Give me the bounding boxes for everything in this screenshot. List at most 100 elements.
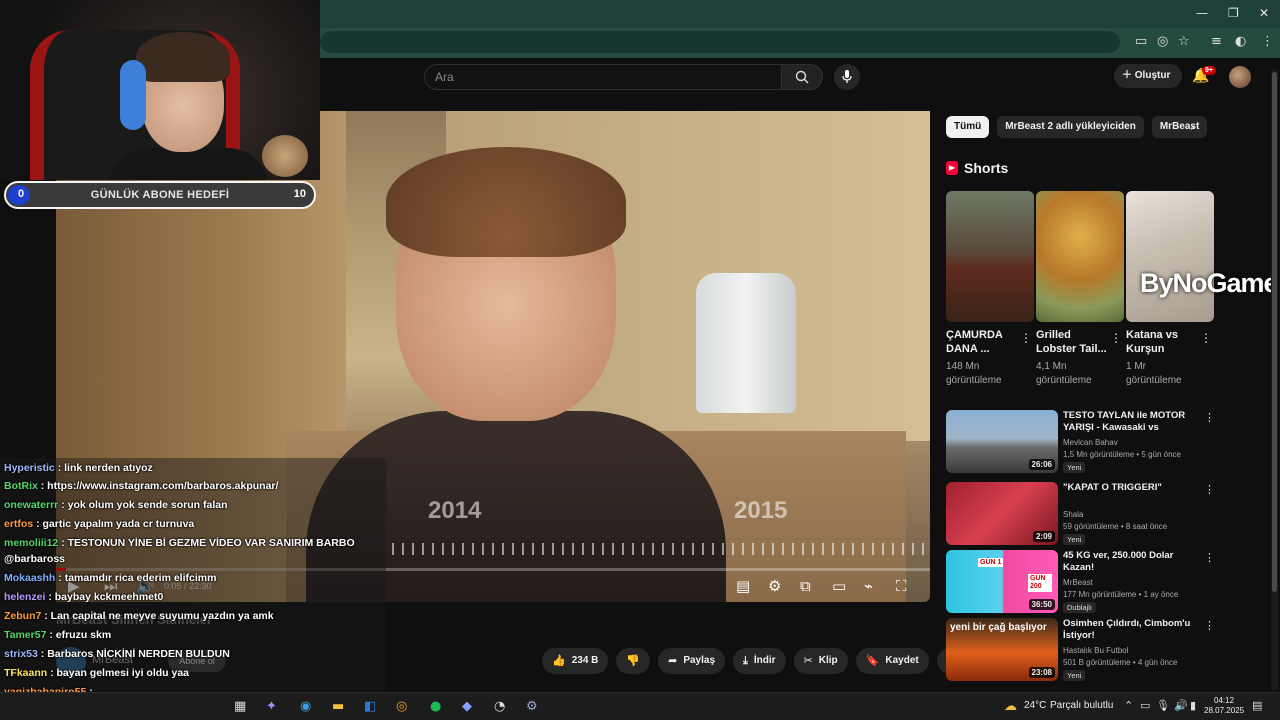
clip-label: Klip <box>818 655 838 666</box>
chat-message: Hyperistic : link nerden atıyoz <box>4 462 153 474</box>
thumbs-down-icon: 👎 <box>626 654 641 667</box>
short-views: 1 Mr görüntüleme <box>1126 361 1182 386</box>
short-thumbnail <box>1036 191 1124 322</box>
clock-time: 04:12 <box>1214 696 1235 705</box>
chat-text: : link nerden atıyoz <box>57 462 153 474</box>
chevron-up-icon[interactable]: ⌃ <box>1124 699 1133 712</box>
goal-target: 10 <box>293 188 306 200</box>
chip-from-uploader[interactable]: MrBeast 2 adlı yükleyiciden <box>997 116 1144 138</box>
video-duration: 36:50 <box>1028 599 1055 610</box>
chip-mrbeast[interactable]: MrBeast <box>1151 116 1208 138</box>
microphone-tray-icon[interactable]: 🎙 <box>1156 699 1170 712</box>
network-icon[interactable]: ▭ <box>1140 699 1150 712</box>
short-views: 4,1 Mn görüntüleme <box>1036 361 1092 386</box>
copilot-icon[interactable]: ✦ <box>266 699 277 714</box>
plus-icon: ＋ <box>1122 70 1135 81</box>
video-meta: 59 görüntüleme • 8 saat önce <box>1063 522 1168 531</box>
outlook-icon[interactable]: ◧ <box>364 699 376 714</box>
clip-button[interactable]: ✂ Klip <box>793 648 848 674</box>
channel-name: MrBeast <box>1063 578 1093 587</box>
eye-off-icon[interactable]: ◎ <box>1157 34 1168 49</box>
steam-icon[interactable]: ⚙ <box>526 699 538 714</box>
recommended-video[interactable]: GÜN 1 GÜN 200 36:50 45 KG ver, 250.000 D… <box>946 550 1215 614</box>
more-vertical-icon[interactable]: ⋮ <box>1020 331 1032 345</box>
thumb-label-day200: GÜN 200 <box>1028 574 1052 592</box>
save-button[interactable]: 🔖 Kaydet <box>855 648 929 674</box>
cast-icon[interactable]: ▭ <box>1135 34 1147 49</box>
chevron-right-icon[interactable]: › <box>1190 120 1195 134</box>
chat-text: : bayan gelmesi iyi oldu yaa <box>50 667 189 679</box>
create-label: Oluştur <box>1134 70 1171 81</box>
chat-text: : yok olum yok sende sorun falan <box>61 499 228 511</box>
maximize-button[interactable]: ❐ <box>1228 6 1239 20</box>
more-vertical-icon[interactable]: ⋮ <box>1204 551 1215 564</box>
more-vertical-icon[interactable]: ⋮ <box>1204 483 1215 496</box>
more-vertical-icon[interactable]: ⋮ <box>1200 331 1212 345</box>
settings-gear-icon[interactable]: ⚙ <box>768 577 781 595</box>
create-button[interactable]: ＋ Oluştur <box>1114 64 1182 88</box>
status-badge: Yeni <box>1063 534 1086 545</box>
chat-message: TFkaann : bayan gelmesi iyi oldu yaa <box>4 667 189 679</box>
notification-center-icon[interactable]: ▤ <box>1252 699 1262 712</box>
weather-condition: Parçalı bulutlu <box>1050 700 1114 711</box>
voice-search-button[interactable] <box>834 64 860 90</box>
status-badge: Yeni <box>1063 462 1086 473</box>
address-bar[interactable] <box>320 31 1120 53</box>
channel-name: Shala <box>1063 510 1084 519</box>
app-icon[interactable]: ◆ <box>462 699 472 714</box>
more-vertical-icon[interactable]: ⋮ <box>1204 411 1215 424</box>
chat-text: : TESTONUN YİNE Bİ GEZME VİDEO VAR SANIR… <box>61 537 355 549</box>
share-button[interactable]: ➦ Paylaş <box>658 648 726 674</box>
search-button[interactable] <box>781 64 823 90</box>
recommended-video[interactable]: 2:09 "KAPAT O TRIGGERI" Shala 59 görüntü… <box>946 482 1215 546</box>
more-vertical-icon[interactable]: ⋮ <box>1204 619 1215 632</box>
spotify-icon[interactable]: ● <box>430 699 441 714</box>
more-vertical-icon[interactable]: ⋮ <box>1110 331 1122 345</box>
chat-message: ertfos : gartic yapalım yada cr turnuva <box>4 518 194 530</box>
like-button[interactable]: 👍 234 B <box>542 648 609 674</box>
year-label-right: 2015 <box>734 497 788 524</box>
download-icon: ⤓ <box>743 654 748 667</box>
watermark-logo: ByNoGame <box>1140 268 1279 298</box>
search-input[interactable]: Ara <box>424 64 782 90</box>
download-button[interactable]: ⤓ İndir <box>733 648 786 674</box>
chat-text: : baybay kckmeehmet0 <box>48 591 164 603</box>
bookmark-star-icon[interactable]: ☆ <box>1178 34 1190 49</box>
short-item[interactable]: ÇAMURDA DANA ... 148 Mn görüntüleme ⋮ <box>946 191 1034 388</box>
account-avatar[interactable] <box>1229 66 1251 88</box>
subtitles-icon[interactable]: ▤ <box>736 577 750 595</box>
scrollbar-thumb[interactable] <box>1272 72 1277 592</box>
video-thumbnail: 2:09 <box>946 482 1058 545</box>
close-button[interactable]: ✕ <box>1259 6 1269 20</box>
chat-message: Tamer57 : efruzu skm <box>4 629 111 641</box>
theater-mode-icon[interactable]: ▭ <box>832 577 846 595</box>
clock[interactable]: 04:12 28.07.2025 <box>1204 696 1244 716</box>
recommended-video[interactable]: yeni bir çağ başlıyor 23:08 Osimhen Çıld… <box>946 618 1215 682</box>
browser-menu-icon[interactable]: ⋮ <box>1261 34 1274 49</box>
video-thumbnail: 26:06 <box>946 410 1058 473</box>
minimize-button[interactable]: — <box>1196 6 1208 20</box>
streamer-webcam <box>0 0 320 180</box>
speaker-icon[interactable]: 🔊 <box>1174 699 1188 712</box>
chrome-icon[interactable]: ◎ <box>396 699 407 714</box>
task-view-icon[interactable]: ▦ <box>234 699 246 714</box>
chip-all[interactable]: Tümü <box>946 116 990 138</box>
video-person-hair <box>386 147 626 257</box>
file-explorer-icon[interactable]: ▬ <box>332 699 344 714</box>
chat-message: helenzei : baybay kckmeehmet0 <box>4 591 163 603</box>
chat-username: Tamer57 <box>4 629 47 641</box>
edge-icon[interactable]: ◉ <box>300 699 311 714</box>
screen: — ❐ ✕ ▭ ◎ ☆ ≡ ◐ ⋮ Ara ＋ Oluştur 🔔 9+ 201… <box>0 0 1280 720</box>
cast-icon[interactable]: ⌁ <box>864 577 873 595</box>
fullscreen-icon[interactable]: ⛶ <box>896 577 907 595</box>
battery-icon[interactable]: ▮ <box>1190 699 1196 712</box>
video-title: TESTO TAYLAN ile MOTOR YARIŞI - Kawasaki… <box>1063 410 1186 433</box>
miniplayer-icon[interactable]: ⧉ <box>800 577 811 595</box>
video-thumbnail: GÜN 1 GÜN 200 36:50 <box>946 550 1058 613</box>
recommended-video[interactable]: 26:06 TESTO TAYLAN ile MOTOR YARIŞI - Ka… <box>946 410 1215 474</box>
short-item[interactable]: Grilled Lobster Tail... 4,1 Mn görüntüle… <box>1036 191 1124 388</box>
obs-icon[interactable]: ◔ <box>494 699 505 714</box>
profile-icon[interactable]: ◐ <box>1235 34 1246 49</box>
reading-list-icon[interactable]: ≡ <box>1211 34 1222 49</box>
dislike-button[interactable]: 👎 <box>616 648 651 674</box>
